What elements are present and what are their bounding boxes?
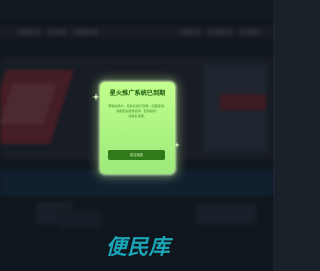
- dialog-message-line: 请联系客服。: [128, 114, 147, 118]
- dialog-title: 星火推广系统已到期: [109, 90, 166, 97]
- expiry-dialog: 星火推广系统已到期 尊敬的用户，您的系统已到期，如需使用， 请续费后继续使用，若…: [100, 82, 175, 174]
- dialog-message: 尊敬的用户，您的系统已到期，如需使用， 请续费后继续使用，若有疑问， 请联系客服…: [105, 104, 170, 119]
- site-logo: 便民库: [105, 235, 171, 259]
- renew-button[interactable]: 前往续费: [108, 150, 165, 160]
- sparkle-icon: [92, 93, 100, 101]
